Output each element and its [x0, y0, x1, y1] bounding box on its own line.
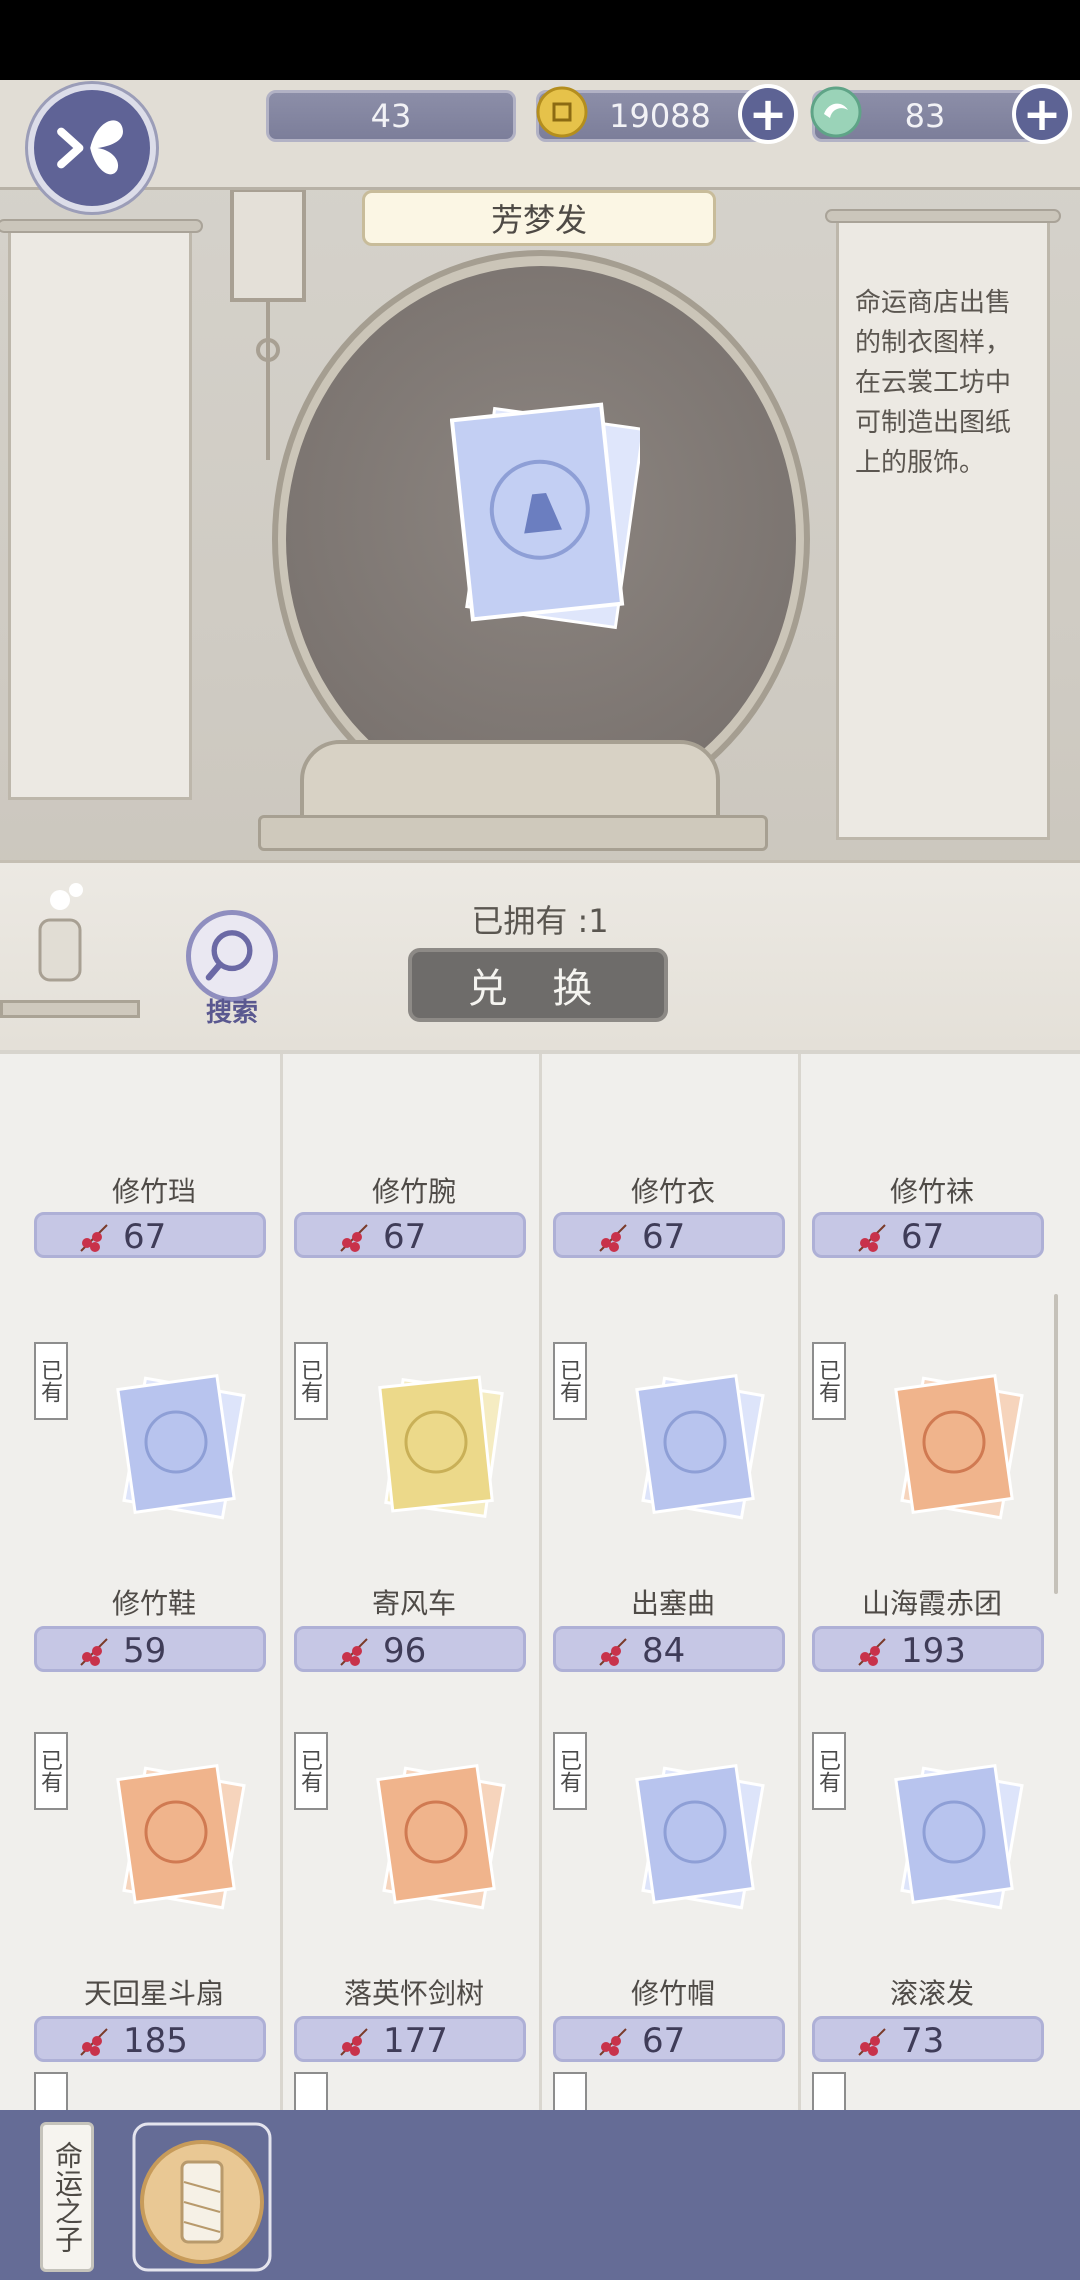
- blueprint-orange-icon: [376, 1763, 506, 1910]
- blueprint-yellow-icon: [378, 1375, 504, 1519]
- owned-tag: 已有: [294, 1732, 328, 1810]
- berry-icon: [599, 2028, 627, 2056]
- add-coins-button[interactable]: +: [738, 84, 798, 144]
- scrollbar[interactable]: [1054, 1294, 1058, 1594]
- item-name: 天回星斗扇: [83, 1977, 224, 2010]
- price-tag: 67: [812, 1212, 1044, 1258]
- thread-spool-icon: [132, 2122, 272, 2272]
- price-tag: 67: [553, 2016, 785, 2062]
- plus-icon: +: [748, 87, 788, 141]
- plus-icon: +: [1022, 87, 1062, 141]
- add-jade-button[interactable]: +: [1012, 84, 1072, 144]
- owned-tag: 已有: [553, 1342, 587, 1420]
- berry-counter: 43: [266, 90, 516, 142]
- coin-icon: [536, 86, 588, 138]
- owned-tag: 已有: [812, 1732, 846, 1810]
- item-name: 修竹鞋: [111, 1587, 196, 1620]
- price-tag: 67: [34, 1212, 266, 1258]
- berry-icon: [858, 1224, 886, 1252]
- item-title: 芳梦发: [362, 190, 716, 246]
- price-value: 177: [383, 2021, 448, 2061]
- item-name: 修竹衣: [630, 1175, 715, 1208]
- shop-scene: 命运商店出售的制衣图样，在云裳工坊中可制造出图纸上的服饰。 芳梦发 搜索 已拥有: [0, 80, 1080, 1050]
- berry-icon: [340, 2028, 368, 2056]
- item-name: 寄风车: [371, 1587, 456, 1620]
- item-name: 修竹帽: [630, 1977, 715, 2010]
- owned-tag: [812, 2072, 846, 2110]
- berry-icon: [80, 1638, 108, 1666]
- shop-grid: 修竹珰 67 修竹腕 67 修竹衣 67 修竹袜 67 已有 修竹鞋 59 已有…: [0, 1050, 1080, 2110]
- price-tag: 59: [34, 1626, 266, 1672]
- price-value: 67: [123, 1217, 167, 1257]
- price-tag: 177: [294, 2016, 526, 2062]
- item-name: 修竹腕: [371, 1175, 456, 1208]
- blueprint-orange-icon: [116, 1763, 246, 1910]
- berry-icon: [80, 2028, 108, 2056]
- item-name: 山海霞赤团: [861, 1587, 1002, 1620]
- search-label: 搜索: [205, 998, 258, 1028]
- blueprint-paper-icon: [450, 402, 640, 630]
- blueprint-blue-icon: [635, 1763, 765, 1910]
- owned-tag: [294, 2072, 328, 2110]
- price-value: 67: [901, 1217, 945, 1257]
- owned-tag: 已有: [34, 1732, 68, 1810]
- price-value: 84: [642, 1631, 686, 1671]
- price-value: 73: [901, 2021, 945, 2061]
- owned-tag: [34, 2072, 68, 2110]
- price-value: 96: [383, 1631, 427, 1671]
- price-tag: 73: [812, 2016, 1044, 2062]
- butterfly-back-icon: [57, 120, 123, 175]
- price-tag: 67: [553, 1212, 785, 1258]
- spool-button[interactable]: [132, 2122, 272, 2272]
- berry-icon: [340, 1224, 368, 1252]
- price-value: 59: [123, 1631, 167, 1671]
- price-tag: 185: [34, 2016, 266, 2062]
- price-value: 67: [642, 1217, 686, 1257]
- exchange-button[interactable]: 兑 换: [408, 948, 668, 1022]
- price-value: 67: [642, 2021, 686, 2061]
- left-scroll: [0, 219, 203, 800]
- berry-icon: [340, 1638, 368, 1666]
- blueprint-orange-icon: [894, 1373, 1024, 1520]
- price-value: 193: [901, 1631, 966, 1671]
- price-tag: 193: [812, 1626, 1044, 1672]
- back-button[interactable]: [28, 84, 156, 212]
- price-value: 67: [383, 1217, 427, 1257]
- berry-icon: [599, 1224, 627, 1252]
- side-table: [0, 1000, 140, 1018]
- blueprint-blue-icon: [635, 1373, 765, 1520]
- blueprint-blue-icon: [894, 1763, 1024, 1910]
- item-name: 落英怀剑树: [343, 1977, 484, 2010]
- jade-icon: [810, 86, 862, 138]
- berry-icon: [858, 1638, 886, 1666]
- owned-count: 已拥有 :1: [471, 902, 609, 940]
- owned-tag: [553, 2072, 587, 2110]
- price-tag: 96: [294, 1626, 526, 1672]
- price-value: 185: [123, 2021, 188, 2061]
- item-name: 滚滚发: [889, 1977, 974, 2010]
- owned-tag: 已有: [812, 1342, 846, 1420]
- item-name: 修竹珰: [111, 1175, 196, 1208]
- owned-tag: 已有: [553, 1732, 587, 1810]
- item-description: 命运商店出售的制衣图样，在云裳工坊中可制造出图纸上的服饰。: [855, 288, 1012, 478]
- mirror-base: [258, 815, 768, 851]
- status-bar: [0, 0, 1080, 80]
- item-name: 出塞曲: [630, 1587, 715, 1620]
- owned-tag: 已有: [34, 1342, 68, 1420]
- price-tag: 84: [553, 1626, 785, 1672]
- berry-icon: [599, 1638, 627, 1666]
- price-tag: 67: [294, 1212, 526, 1258]
- berry-icon: [858, 2028, 886, 2056]
- owned-tag: 已有: [294, 1342, 328, 1420]
- blueprint-blue-icon: [116, 1373, 246, 1520]
- berry-icon: [80, 1224, 108, 1252]
- description-scroll: 命运商店出售的制衣图样，在云裳工坊中可制造出图纸上的服饰。: [825, 209, 1061, 840]
- item-name: 修竹袜: [889, 1175, 974, 1208]
- tab-destiny[interactable]: 命运之子: [40, 2122, 94, 2272]
